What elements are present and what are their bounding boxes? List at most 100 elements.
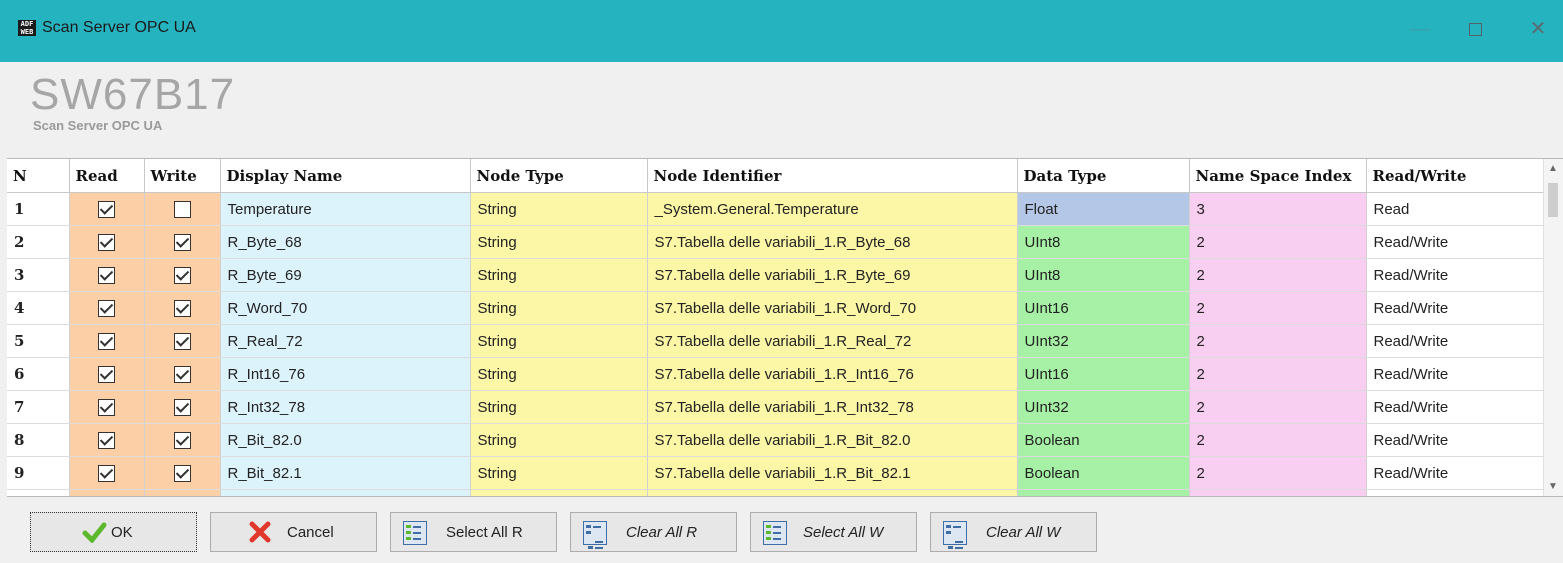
read-checkbox[interactable]	[98, 332, 115, 350]
node-type-cell[interactable]	[470, 489, 648, 496]
table-row[interactable]: 9 R_Bit_82.1 String S7.Tabella delle variab…	[7, 456, 1545, 490]
column-header[interactable]: Display Name	[220, 159, 471, 193]
rw-cell[interactable]: Read/Write	[1366, 225, 1545, 259]
rw-cell[interactable]: Read/Write	[1366, 324, 1545, 358]
write-checkbox[interactable]	[173, 365, 191, 383]
ns-index-cell[interactable]: 2	[1189, 357, 1367, 391]
rw-cell[interactable]: Read/Write	[1366, 390, 1545, 424]
rw-cell[interactable]: Read/Write	[1366, 456, 1545, 490]
column-header[interactable]: Write	[144, 159, 221, 193]
node-type-cell[interactable]: String	[470, 258, 648, 292]
column-header[interactable]: Node Type	[470, 159, 648, 193]
read-checkbox[interactable]	[98, 233, 115, 251]
node-id-cell[interactable]: S7.Tabella delle variabili_1.R_Word_70	[647, 291, 1018, 325]
scroll-down-icon[interactable]: ▼	[1548, 481, 1558, 492]
data-type-cell[interactable]	[1017, 489, 1190, 496]
display-name-cell[interactable]: R_Word_70	[220, 291, 471, 325]
rw-cell[interactable]	[1366, 489, 1545, 496]
ns-index-cell[interactable]: 2	[1189, 225, 1367, 259]
column-header[interactable]: Read/Write	[1366, 159, 1545, 193]
node-id-cell[interactable]: S7.Tabella delle variabili_1.R_Int32_78	[647, 390, 1018, 424]
column-header[interactable]: Node Identifier	[647, 159, 1018, 193]
data-type-cell[interactable]: UInt32	[1017, 390, 1190, 424]
select-all-w-button[interactable]: Select All W	[750, 512, 917, 552]
table-row[interactable]: 5 R_Real_72 String S7.Tabella delle variabi…	[7, 324, 1545, 358]
column-header[interactable]: N	[7, 159, 70, 193]
write-checkbox[interactable]	[173, 398, 191, 416]
node-id-cell[interactable]: S7.Tabella delle variabili_1.R_Byte_69	[647, 258, 1018, 292]
table-row[interactable]: 4 R_Word_70 String S7.Tabella delle variabi…	[7, 291, 1545, 325]
clear-all-r-button[interactable]: Clear All R	[570, 512, 737, 552]
read-checkbox[interactable]	[98, 266, 115, 284]
node-id-cell[interactable]: S7.Tabella delle variabili_1.R_Real_72	[647, 324, 1018, 358]
node-id-cell[interactable]	[647, 489, 1018, 496]
table-row[interactable]: 2 R_Byte_68 String S7.Tabella delle variabi…	[7, 225, 1545, 259]
select-all-r-button[interactable]: Select All R	[390, 512, 557, 552]
node-type-cell[interactable]: String	[470, 357, 648, 391]
read-checkbox[interactable]	[98, 200, 115, 218]
write-checkbox[interactable]	[173, 299, 191, 317]
vertical-scrollbar[interactable]: ▲ ▼	[1543, 159, 1563, 496]
column-header[interactable]: Read	[69, 159, 145, 193]
display-name-cell[interactable]: R_Byte_68	[220, 225, 471, 259]
write-checkbox[interactable]	[173, 431, 191, 449]
read-checkbox[interactable]	[98, 431, 115, 449]
rw-cell[interactable]: Read/Write	[1366, 291, 1545, 325]
ns-index-cell[interactable]: 3	[1189, 192, 1367, 226]
column-header[interactable]: Data Type	[1017, 159, 1190, 193]
node-type-cell[interactable]: String	[470, 225, 648, 259]
ns-index-cell[interactable]: 2	[1189, 390, 1367, 424]
display-name-cell[interactable]: Temperature	[220, 192, 471, 226]
table-row[interactable]: 3 R_Byte_69 String S7.Tabella delle variabi…	[7, 258, 1545, 292]
rw-cell[interactable]: Read/Write	[1366, 423, 1545, 457]
write-checkbox[interactable]	[173, 200, 191, 218]
rw-cell[interactable]: Read	[1366, 192, 1545, 226]
display-name-cell[interactable]: R_Int16_76	[220, 357, 471, 391]
node-type-cell[interactable]: String	[470, 456, 648, 490]
ns-index-cell[interactable]: 2	[1189, 258, 1367, 292]
cancel-button[interactable]: Cancel	[210, 512, 377, 552]
node-id-cell[interactable]: S7.Tabella delle variabili_1.R_Byte_68	[647, 225, 1018, 259]
data-type-cell[interactable]: Float	[1017, 192, 1190, 226]
write-checkbox[interactable]	[173, 332, 191, 350]
read-checkbox[interactable]	[98, 398, 115, 416]
display-name-cell[interactable]	[220, 489, 471, 496]
data-type-cell[interactable]: UInt8	[1017, 225, 1190, 259]
read-checkbox[interactable]	[98, 299, 115, 317]
table-row[interactable]: 6 R_Int16_76 String S7.Tabella delle variab…	[7, 357, 1545, 391]
scroll-up-icon[interactable]: ▲	[1548, 163, 1558, 174]
ns-index-cell[interactable]	[1189, 489, 1367, 496]
write-checkbox[interactable]	[173, 464, 191, 482]
node-type-cell[interactable]: String	[470, 192, 648, 226]
read-checkbox[interactable]	[98, 365, 115, 383]
maximize-button[interactable]	[1455, 14, 1495, 44]
node-id-cell[interactable]: S7.Tabella delle variabili_1.R_Bit_82.1	[647, 456, 1018, 490]
table-row[interactable]: 1 Temperature String _System.General.Temper…	[7, 192, 1545, 226]
node-id-cell[interactable]: _System.General.Temperature	[647, 192, 1018, 226]
node-type-cell[interactable]: String	[470, 423, 648, 457]
node-type-cell[interactable]: String	[470, 390, 648, 424]
display-name-cell[interactable]: R_Bit_82.0	[220, 423, 471, 457]
ok-button[interactable]: OK	[30, 512, 197, 552]
write-checkbox[interactable]	[173, 266, 191, 284]
data-type-cell[interactable]: UInt16	[1017, 357, 1190, 391]
write-checkbox[interactable]	[173, 233, 191, 251]
table-row[interactable]	[7, 489, 1545, 496]
scroll-thumb[interactable]	[1548, 183, 1558, 217]
data-type-cell[interactable]: UInt32	[1017, 324, 1190, 358]
ns-index-cell[interactable]: 2	[1189, 291, 1367, 325]
display-name-cell[interactable]: R_Real_72	[220, 324, 471, 358]
node-id-cell[interactable]: S7.Tabella delle variabili_1.R_Bit_82.0	[647, 423, 1018, 457]
table-row[interactable]: 7 R_Int32_78 String S7.Tabella delle variab…	[7, 390, 1545, 424]
display-name-cell[interactable]: R_Bit_82.1	[220, 456, 471, 490]
column-header[interactable]: Name Space Index	[1189, 159, 1367, 193]
ns-index-cell[interactable]: 2	[1189, 324, 1367, 358]
display-name-cell[interactable]: R_Int32_78	[220, 390, 471, 424]
data-type-cell[interactable]: UInt8	[1017, 258, 1190, 292]
data-type-cell[interactable]: UInt16	[1017, 291, 1190, 325]
display-name-cell[interactable]: R_Byte_69	[220, 258, 471, 292]
rw-cell[interactable]: Read/Write	[1366, 258, 1545, 292]
close-button[interactable]: ✕	[1518, 14, 1558, 44]
read-checkbox[interactable]	[98, 464, 115, 482]
table-row[interactable]: 8 R_Bit_82.0 String S7.Tabella delle variab…	[7, 423, 1545, 457]
